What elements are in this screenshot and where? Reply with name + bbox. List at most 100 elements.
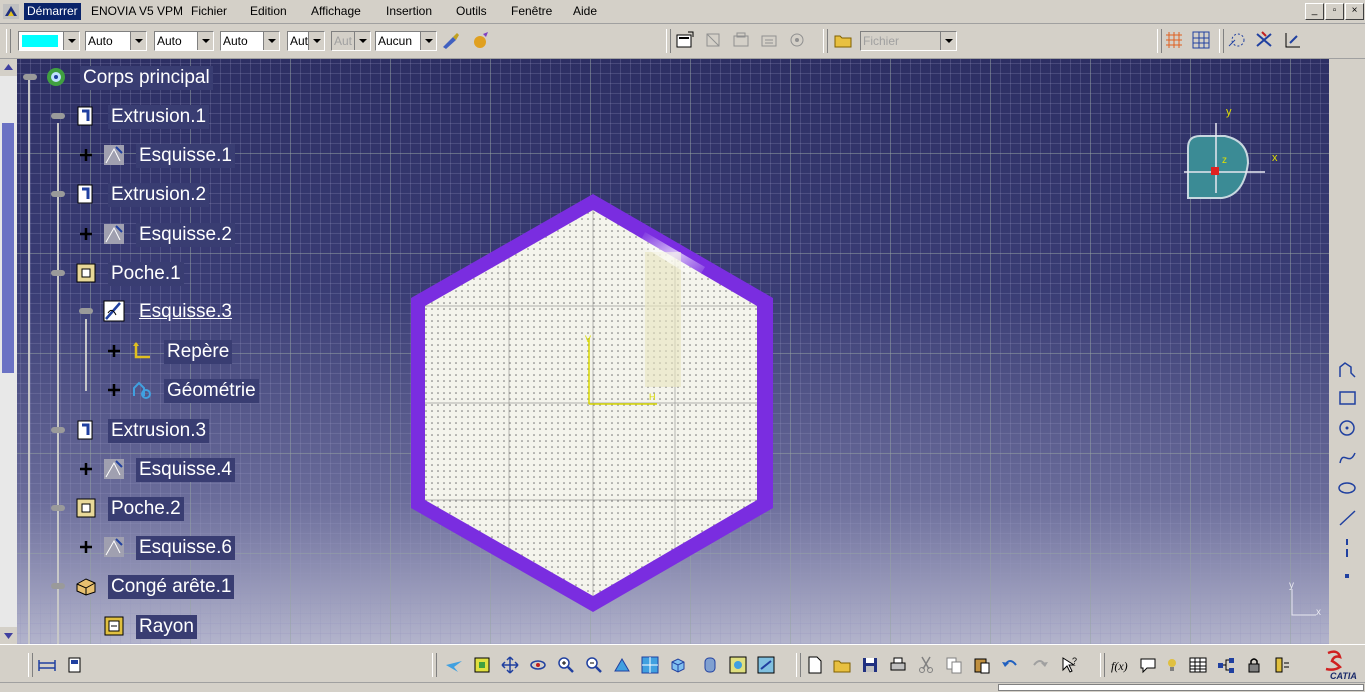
toolbar-grip[interactable] — [823, 29, 828, 53]
multi-view-icon[interactable] — [640, 655, 660, 675]
collapse-icon[interactable] — [51, 583, 65, 589]
render-style-icon[interactable] — [700, 655, 720, 675]
restore-button[interactable]: ▫ — [1325, 3, 1344, 20]
collapse-icon[interactable] — [51, 191, 65, 197]
point-combo[interactable]: Auto — [220, 31, 280, 51]
fly-mode-icon[interactable] — [444, 655, 464, 675]
compass[interactable]: y x z — [1180, 103, 1285, 213]
axis-line-icon[interactable] — [1337, 537, 1359, 559]
chevron-down-icon[interactable] — [130, 32, 146, 50]
hide-show-icon[interactable] — [728, 655, 748, 675]
toolbar-grip[interactable] — [6, 29, 11, 53]
formula-icon[interactable]: f(x) — [1110, 655, 1130, 675]
collapse-icon[interactable] — [79, 308, 93, 314]
chevron-down-icon[interactable] — [63, 32, 79, 50]
scroll-thumb[interactable] — [2, 123, 14, 373]
rectangle-icon[interactable] — [1337, 387, 1359, 409]
swap-space-icon[interactable] — [756, 655, 776, 675]
expand-icon[interactable] — [78, 461, 94, 477]
table-icon[interactable] — [1188, 655, 1208, 675]
expand-icon[interactable] — [78, 226, 94, 242]
construction-element-icon[interactable] — [1227, 30, 1247, 50]
geometric-constraints-icon[interactable] — [1254, 30, 1274, 50]
linetype-combo[interactable]: Auto — [85, 31, 147, 51]
chevron-down-icon[interactable] — [197, 32, 213, 50]
folder-icon[interactable] — [833, 30, 853, 50]
toolbar-grip[interactable] — [666, 29, 671, 53]
pan-icon[interactable] — [500, 655, 520, 675]
collapse-icon[interactable] — [51, 505, 65, 511]
toolbar-grip[interactable] — [1157, 29, 1162, 53]
save-icon[interactable] — [860, 655, 880, 675]
command-input[interactable] — [998, 684, 1364, 691]
scroll-up-button[interactable] — [0, 59, 17, 76]
scroll-down-button[interactable] — [0, 627, 17, 644]
zoom-out-icon[interactable] — [584, 655, 604, 675]
paste-icon[interactable] — [972, 655, 992, 675]
ellipse-icon[interactable] — [1337, 477, 1359, 499]
chevron-down-icon[interactable] — [420, 32, 436, 50]
collapse-icon[interactable] — [51, 113, 65, 119]
print-icon[interactable] — [888, 655, 908, 675]
menu-tools[interactable]: Outils — [453, 3, 490, 20]
expand-icon[interactable] — [106, 382, 122, 398]
menu-edit[interactable]: Edition — [247, 3, 290, 20]
chevron-down-icon[interactable] — [940, 32, 956, 50]
rotate-icon[interactable] — [528, 655, 548, 675]
thickness-combo[interactable]: Auto — [154, 31, 214, 51]
toolbar-grip[interactable] — [432, 653, 437, 677]
tool-disabled-4-icon[interactable] — [787, 30, 807, 50]
open-file-icon[interactable] — [832, 655, 852, 675]
fit-all-icon[interactable] — [472, 655, 492, 675]
menu-file[interactable]: Fichier — [188, 3, 230, 20]
file-combo[interactable]: Fichier — [860, 31, 957, 51]
toolbar-grip[interactable] — [796, 653, 801, 677]
tool-disabled-3-icon[interactable] — [759, 30, 779, 50]
chevron-down-icon[interactable] — [263, 32, 279, 50]
menu-window[interactable]: Fenêtre — [508, 3, 555, 20]
tree-structure-icon[interactable] — [1216, 655, 1236, 675]
minimize-button[interactable]: _ — [1305, 3, 1324, 20]
zoom-in-icon[interactable] — [556, 655, 576, 675]
tool-disabled-1-icon[interactable] — [703, 30, 723, 50]
menu-view[interactable]: Affichage — [308, 3, 364, 20]
menu-insert[interactable]: Insertion — [383, 3, 435, 20]
chevron-down-icon[interactable] — [308, 32, 324, 50]
grid-icon[interactable] — [1164, 30, 1184, 50]
comment-icon[interactable] — [1138, 655, 1158, 675]
expand-icon[interactable] — [78, 147, 94, 163]
normal-view-icon[interactable] — [612, 655, 632, 675]
undo-icon[interactable] — [1000, 655, 1020, 675]
save-management-icon[interactable] — [65, 655, 85, 675]
close-button[interactable]: × — [1345, 3, 1364, 20]
none-combo[interactable]: Aucun — [375, 31, 437, 51]
profile-icon[interactable] — [1337, 359, 1359, 381]
collapse-icon[interactable] — [51, 270, 65, 276]
new-file-icon[interactable] — [805, 655, 825, 675]
menu-start[interactable]: Démarrer — [24, 3, 81, 20]
collapse-icon[interactable] — [51, 427, 65, 433]
line-icon[interactable] — [1337, 507, 1359, 529]
copy-icon[interactable] — [944, 655, 964, 675]
toolbar-grip[interactable] — [1219, 29, 1224, 53]
tree-scrollbar[interactable] — [0, 59, 17, 644]
iso-view-icon[interactable] — [668, 655, 688, 675]
tool-disabled-2-icon[interactable] — [731, 30, 751, 50]
catia-app-icon[interactable] — [3, 4, 19, 19]
spline-icon[interactable] — [1337, 447, 1359, 469]
expand-icon[interactable] — [106, 343, 122, 359]
menu-enovia[interactable]: ENOVIA V5 VPM — [88, 3, 186, 20]
color-combo[interactable] — [18, 31, 80, 51]
chevron-down-icon[interactable] — [354, 32, 370, 50]
layer-combo[interactable]: Aut — [287, 31, 325, 51]
toolbar-grip[interactable] — [1100, 653, 1105, 677]
lock-icon[interactable] — [1244, 655, 1264, 675]
light-icon[interactable] — [1162, 655, 1182, 675]
circle-icon[interactable] — [1337, 417, 1359, 439]
point-icon[interactable] — [1337, 565, 1359, 587]
measure-icon[interactable] — [37, 655, 57, 675]
3d-viewport[interactable]: V H y x z y x Corps principal Extrusion.… — [0, 59, 1329, 644]
properties-icon[interactable] — [675, 30, 695, 50]
toolbar-grip[interactable] — [28, 653, 33, 677]
paint-brush-icon[interactable] — [441, 31, 461, 51]
